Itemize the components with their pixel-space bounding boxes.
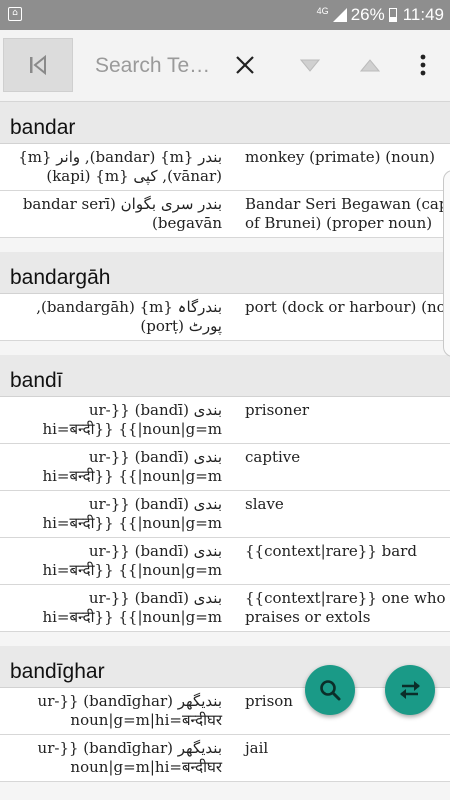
result-row[interactable]: بندرگاہ {m} (bandargāh), پورٹ (porṭ) por… [0,294,450,341]
section-header: bandīghar [0,646,450,688]
result-row[interactable]: بندیگھر (bandīghar) {{ur-noun|g=m|hi=बन्… [0,688,450,735]
source-text: بندی (bandī) {{ur-noun|g=m|}} {{hi=बन्दी [42,589,222,626]
translation-text: praises or extols [245,608,371,626]
result-row[interactable]: بندیگھر (bandīghar) {{ur-noun|g=m|hi=बन्… [0,735,450,782]
arrow-up-icon [360,59,380,72]
more-vert-icon [420,54,426,76]
source-text: بندی (bandī) {{ur-noun|g=m|}} {{hi=बन्दी [42,495,222,532]
translation-text: slave [245,495,284,513]
result-row[interactable]: بندی (bandī) {{ur-noun|g=m|}} {{hi=बन्दी… [0,444,450,491]
source-text: بندر سری بگوان (bandar serī begavān) [22,195,222,232]
result-row[interactable]: بندی (bandī) {{ur-noun|g=m|}} {{hi=बन्दी… [0,538,450,585]
close-icon [236,56,254,74]
signal-icon [332,8,347,22]
result-row[interactable]: بندی (bandī) {{ur-noun|g=m|}} {{hi=बन्दी… [0,491,450,538]
translation-text: port (dock or harbour) (noun) [245,298,450,316]
next-match-button[interactable] [294,52,326,80]
source-text: بندیگھر (bandīghar) {{ur-noun|g=m|hi=बन्… [37,739,222,776]
search-input[interactable]: Search Te… [95,54,215,78]
battery-icon [388,8,397,22]
section-header: bandī [0,355,450,397]
source-text: بندی (bandī) {{ur-noun|g=m|}} {{hi=बन्दी [42,401,222,438]
search-toolbar: Search Te… [0,30,450,102]
source-text: بندرگاہ {m} (bandargāh), پورٹ (porṭ) [36,298,222,335]
section-header: bandar [0,102,450,144]
translation-text: Bandar Seri Begawan (capital [245,195,450,213]
notification-icon: ⌂ [8,7,22,21]
swap-languages-button[interactable] [385,665,435,715]
search-icon [320,680,341,701]
clock: 11:49 [402,5,444,24]
translation-text: {{context|rare}} bard [245,542,417,560]
result-row[interactable]: بندی (bandī) {{ur-noun|g=m|}} {{hi=बन्दी… [0,397,450,444]
translation-text: of Brunei) (proper noun) [245,214,433,232]
translation-text: {{context|rare}} one who [245,589,446,607]
clear-search-button[interactable] [230,50,260,80]
swap-icon [400,681,420,699]
overflow-menu-button[interactable] [414,50,432,80]
source-text: بندیگھر (bandīghar) {{ur-noun|g=m|hi=बन्… [37,692,222,729]
source-text: بندی (bandī) {{ur-noun|g=m|}} {{hi=बन्दी [42,448,222,485]
section-header: bandargāh [0,252,450,294]
translation-text: prisoner [245,401,310,419]
scrollbar[interactable] [443,170,450,357]
battery-percent: 26% [350,5,385,24]
search-fab-button[interactable] [305,665,355,715]
results-list[interactable]: bandar بندر {m} (bandar), وانر {m} (vāna… [0,102,450,800]
translation-text: jail [245,739,269,757]
skip-back-button[interactable] [3,38,73,92]
status-bar: ⌂ 4G 26% 11:49 [0,0,450,30]
result-row[interactable]: بندی (bandī) {{ur-noun|g=m|}} {{hi=बन्दी… [0,585,450,632]
previous-match-button[interactable] [354,52,386,80]
arrow-down-icon [300,59,320,72]
skip-back-icon [30,54,46,76]
translation-text: captive [245,448,301,466]
result-row[interactable]: بندر سری بگوان (bandar serī begavān) Ban… [0,191,450,238]
source-text: بندر {m} (bandar), وانر {m} (vānar), کپی… [18,148,222,185]
source-text: بندی (bandī) {{ur-noun|g=m|}} {{hi=बन्दी [42,542,222,579]
network-type: 4G [316,6,329,16]
result-row[interactable]: بندر {m} (bandar), وانر {m} (vānar), کپی… [0,144,450,191]
translation-text: monkey (primate) (noun) [245,148,435,166]
